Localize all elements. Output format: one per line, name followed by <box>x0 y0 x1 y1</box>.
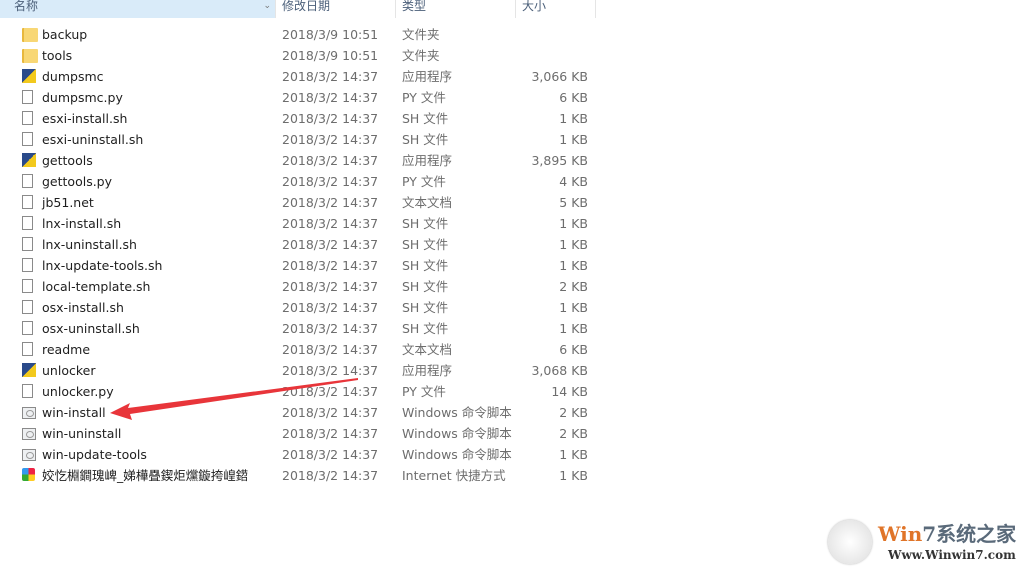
windows-logo-icon <box>828 520 872 564</box>
watermark-brand-a: Win <box>878 522 923 546</box>
watermark-logo: Win7系统之家 Www.Winwin7.com <box>824 516 1020 568</box>
watermark-brand-b: 7系统之家 <box>922 522 1017 546</box>
annotation-arrow <box>110 378 358 420</box>
watermark-url: Www.Winwin7.com <box>888 548 1016 562</box>
